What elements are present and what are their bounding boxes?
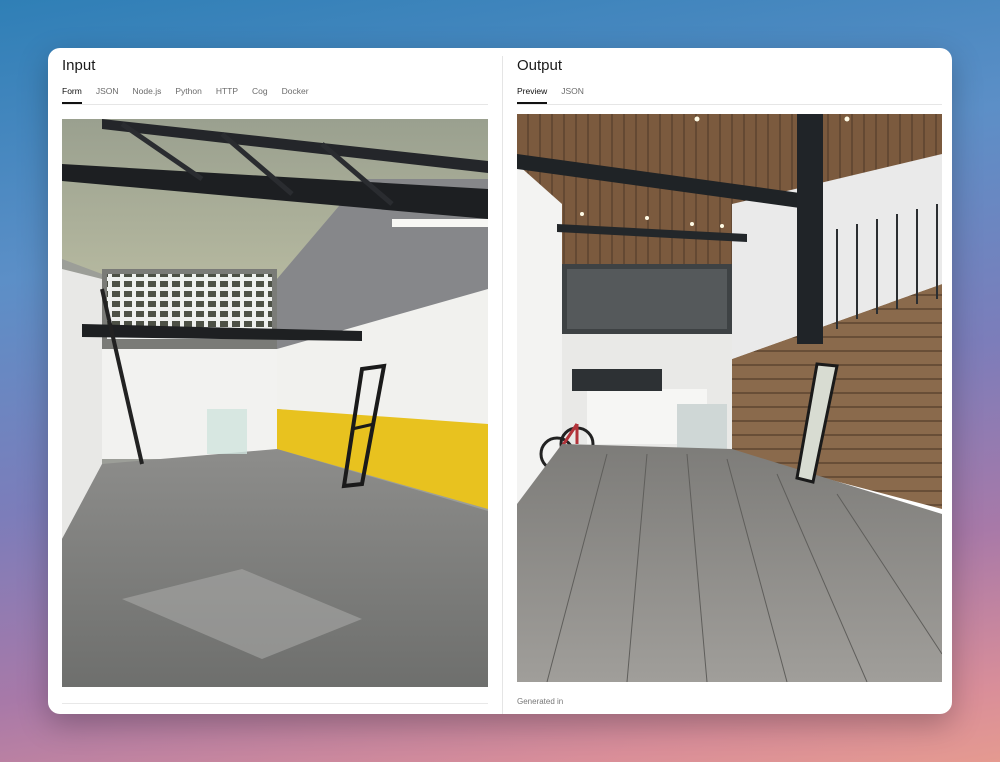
- form-divider: [62, 703, 488, 704]
- prediction-card: Input Form JSON Node.js Python HTTP Cog …: [48, 48, 952, 714]
- tab-nodejs[interactable]: Node.js: [133, 86, 162, 104]
- tab-json[interactable]: JSON: [96, 86, 119, 104]
- tab-cog[interactable]: Cog: [252, 86, 268, 104]
- generated-in-label: Generated in: [517, 697, 564, 706]
- input-title: Input: [62, 57, 96, 74]
- output-tabs: Preview JSON: [517, 86, 942, 105]
- input-image[interactable]: [62, 119, 488, 687]
- tab-http[interactable]: HTTP: [216, 86, 238, 104]
- tab-preview[interactable]: Preview: [517, 86, 548, 104]
- tab-output-json[interactable]: JSON: [561, 86, 584, 104]
- output-image[interactable]: [517, 114, 942, 682]
- panel-divider: [502, 56, 503, 714]
- tab-docker[interactable]: Docker: [282, 86, 309, 104]
- input-tabs: Form JSON Node.js Python HTTP Cog Docker: [62, 86, 488, 105]
- warehouse-photo: [62, 119, 488, 687]
- loft-render: [517, 114, 942, 682]
- tab-python[interactable]: Python: [175, 86, 201, 104]
- tab-form[interactable]: Form: [62, 86, 82, 104]
- output-title: Output: [517, 57, 563, 74]
